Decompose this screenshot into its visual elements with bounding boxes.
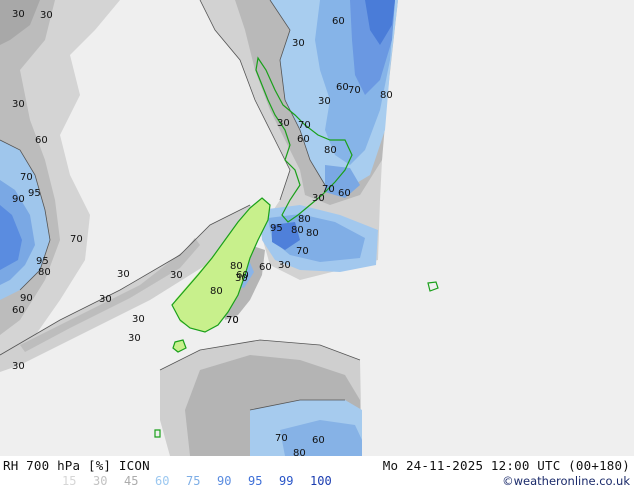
contour-label: 80 xyxy=(291,225,304,236)
rh-map-svg: 30603060 70 80307030806070 6030706080958080… xyxy=(0,0,634,456)
credit-link[interactable]: ©weatheronline.co.uk xyxy=(502,474,630,488)
contour-label: 70 xyxy=(296,246,309,257)
contour-label: 80 xyxy=(210,286,223,297)
contour-label: 30 xyxy=(99,294,112,305)
contour-label: 70 xyxy=(298,120,311,131)
contour-label: 30 xyxy=(40,10,53,21)
contour-label: 70 xyxy=(70,234,83,245)
variable-label: RH 700 hPa [%] xyxy=(3,458,112,473)
contour-label: 30 xyxy=(312,193,325,204)
contour-label: 60 xyxy=(336,82,349,93)
legend-level-99: 99 xyxy=(279,474,294,488)
contour-label: 70 xyxy=(20,172,33,183)
contour-label: 60 xyxy=(332,16,345,27)
weather-map: 30 60 30 60 70 80 30 70 30 80 60 70 60 30 70 60 80 95 80 80… xyxy=(0,0,634,456)
contour-label: 80 xyxy=(293,448,306,456)
legend-level-95: 95 xyxy=(248,474,263,488)
map-footer: RH 700 hPa [%] ICON Mo 24-11-2025 12:00 … xyxy=(0,456,634,490)
contour-label: 60 xyxy=(259,262,272,273)
contour-label: 95 xyxy=(28,188,41,199)
valid-time: Mo 24-11-2025 12:00 UTC (00+180) xyxy=(382,458,630,473)
model-label: ICON xyxy=(118,458,150,473)
contour-label: 30 xyxy=(117,269,130,280)
map-title: RH 700 hPa [%] ICON xyxy=(3,458,150,473)
contour-label: 95 xyxy=(36,256,49,267)
legend-level-60: 60 xyxy=(155,474,170,488)
contour-label: 30 xyxy=(292,38,305,49)
contour-label: 30 xyxy=(132,314,145,325)
legend-level-100: 100 xyxy=(310,474,332,488)
contour-label: 60 xyxy=(236,270,249,281)
contour-label: 60 xyxy=(12,305,25,316)
color-legend: 15 30 45 60 75 90 95 99 100 xyxy=(62,474,341,488)
contour-label: 60 xyxy=(35,135,48,146)
contour-label: 70 xyxy=(348,85,361,96)
contour-label: 30 xyxy=(278,260,291,271)
legend-level-15: 15 xyxy=(62,474,77,488)
legend-level-75: 75 xyxy=(186,474,201,488)
contour-label: 80 xyxy=(298,214,311,225)
contour-label: 90 xyxy=(12,194,25,205)
contour-label: 80 xyxy=(38,267,51,278)
legend-level-90: 90 xyxy=(217,474,232,488)
contour-label: 60 xyxy=(297,134,310,145)
contour-label: 80 xyxy=(380,90,393,101)
contour-label: 70 xyxy=(275,433,288,444)
contour-label: 95 xyxy=(270,223,283,234)
contour-label: 90 xyxy=(20,293,33,304)
contour-label: 30 xyxy=(170,270,183,281)
contour-label: 60 xyxy=(312,435,325,446)
contour-label: 30 xyxy=(318,96,331,107)
legend-level-45: 45 xyxy=(124,474,139,488)
contour-label: 70 xyxy=(226,315,239,326)
contour-label: 80 xyxy=(324,145,337,156)
contour-label: 30 xyxy=(12,9,25,20)
contour-label: 30 xyxy=(277,118,290,129)
contour-label: 30 xyxy=(12,99,25,110)
contour-label: 30 xyxy=(12,361,25,372)
contour-label: 30 xyxy=(128,333,141,344)
legend-level-30: 30 xyxy=(93,474,108,488)
contour-label: 80 xyxy=(306,228,319,239)
contour-label: 60 xyxy=(338,188,351,199)
